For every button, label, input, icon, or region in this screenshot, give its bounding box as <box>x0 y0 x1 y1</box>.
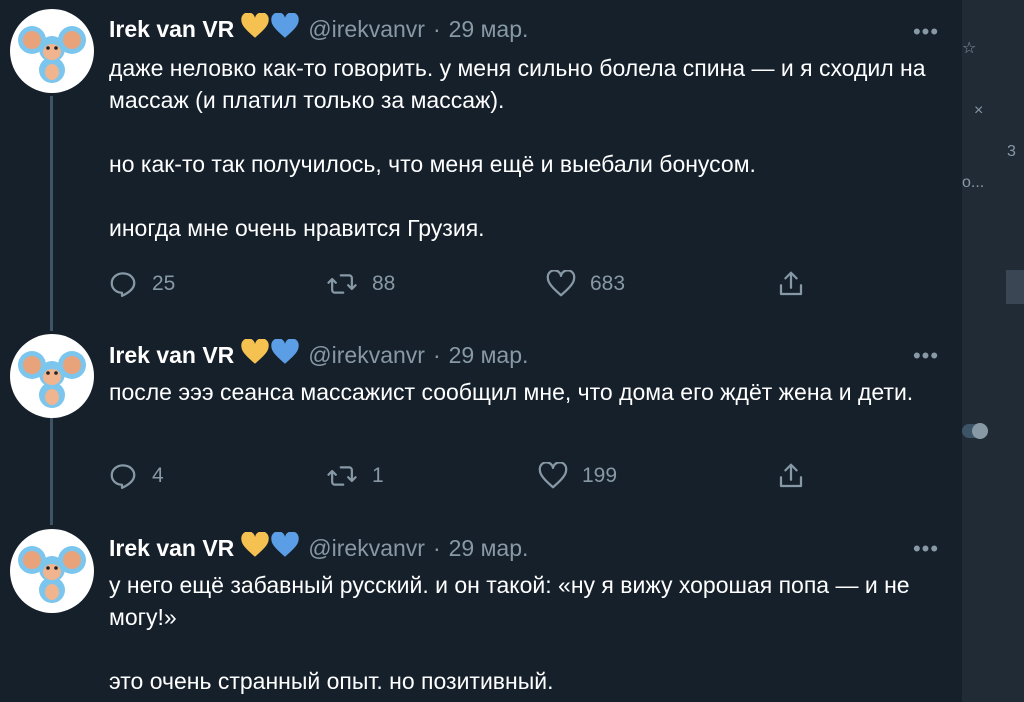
author-handle[interactable]: @irekvanvr <box>308 16 425 43</box>
like-count: 199 <box>582 464 618 487</box>
avatar[interactable] <box>10 334 94 418</box>
blue-heart-icon <box>270 338 300 371</box>
tweet-paragraph: у него ещё забавный русский. и он такой:… <box>109 572 910 630</box>
reply-icon <box>110 464 136 489</box>
tweet-date[interactable]: 29 мар. <box>449 16 529 43</box>
reply-button[interactable]: 4 <box>108 458 164 494</box>
tweet-header: Irek van VR @irekvanvr · 29 мар. <box>109 12 529 45</box>
separator: · <box>432 534 441 561</box>
avatar[interactable] <box>10 9 94 93</box>
retweet-icon <box>327 274 357 294</box>
tweet-paragraph: это очень странный опыт. но позитивный. <box>109 668 554 694</box>
tweet-actions: 4 1 199 <box>108 458 828 494</box>
author-handle[interactable]: @irekvanvr <box>308 342 425 369</box>
sidebar-text-fragment: 3 <box>1007 143 1016 160</box>
more-options-icon[interactable]: ••• <box>910 343 942 368</box>
tweet-text: после эээ сеанса массажист сообщил мне, … <box>109 376 944 408</box>
like-button[interactable]: 199 <box>538 458 617 494</box>
reply-count: 4 <box>152 464 164 487</box>
author-handle[interactable]: @irekvanvr <box>308 535 425 562</box>
tweet-text: даже неловко как-то говорить. у меня сил… <box>109 52 944 244</box>
blue-heart-icon <box>270 531 300 564</box>
yellow-heart-icon <box>240 338 270 371</box>
tweet-paragraph: иногда мне очень нравится Грузия. <box>109 215 485 241</box>
avatar[interactable] <box>10 529 94 613</box>
cheburashka-avatar-icon <box>18 351 86 408</box>
blue-heart-icon <box>270 12 300 45</box>
like-icon <box>538 462 568 489</box>
author-name[interactable]: Irek van VR <box>109 342 234 369</box>
tweet-paragraph: после эээ сеанса массажист сообщил мне, … <box>109 379 914 405</box>
author-name[interactable]: Irek van VR <box>109 16 234 43</box>
reply-button[interactable]: 25 <box>108 266 175 302</box>
sidebar-text-fragment: o... <box>962 174 985 191</box>
cheburashka-avatar-icon <box>18 546 86 603</box>
tweet[interactable]: Irek van VR @irekvanvr · 29 мар. ••• даж… <box>0 0 962 330</box>
cheburashka-avatar-icon <box>18 26 86 83</box>
reply-count: 25 <box>152 272 176 295</box>
retweet-button[interactable]: 88 <box>326 266 395 302</box>
toggle-switch[interactable] <box>962 423 988 439</box>
more-options-icon[interactable]: ••• <box>910 536 942 561</box>
yellow-heart-icon <box>240 12 270 45</box>
more-options-icon[interactable]: ••• <box>910 19 942 44</box>
timeline: Irek van VR @irekvanvr · 29 мар. ••• даж… <box>0 0 962 702</box>
sidebar-image-thumb <box>1006 270 1024 304</box>
tweet-paragraph: даже неловко как-то говорить. у меня сил… <box>109 55 926 113</box>
share-icon <box>779 271 803 296</box>
retweet-count: 1 <box>372 464 384 487</box>
separator: · <box>432 341 441 368</box>
close-icon[interactable]: × <box>974 102 983 120</box>
tweet-text: у него ещё забавный русский. и он такой:… <box>109 569 944 697</box>
tweet-date[interactable]: 29 мар. <box>449 535 529 562</box>
tweet-date[interactable]: 29 мар. <box>449 342 529 369</box>
tweet[interactable]: Irek van VR @irekvanvr · 29 мар. ••• пос… <box>0 330 962 525</box>
right-sidebar: ☆ × 3 o... <box>962 0 1024 702</box>
retweet-count: 88 <box>372 272 396 295</box>
tweet-paragraph: но как-то так получилось, что меня ещё и… <box>109 151 756 177</box>
separator: · <box>432 15 441 42</box>
share-button[interactable] <box>776 458 806 494</box>
retweet-button[interactable]: 1 <box>326 458 384 494</box>
tweet-actions: 25 88 683 <box>108 266 828 302</box>
like-icon <box>546 270 576 297</box>
sidebar-icon-fragment: ☆ <box>962 40 977 57</box>
like-count: 683 <box>590 272 626 295</box>
share-icon <box>779 463 803 488</box>
reply-icon <box>110 272 136 297</box>
tweet[interactable]: Irek van VR @irekvanvr · 29 мар. ••• у н… <box>0 525 962 702</box>
yellow-heart-icon <box>240 531 270 564</box>
retweet-icon <box>327 466 357 486</box>
share-button[interactable] <box>776 266 806 302</box>
like-button[interactable]: 683 <box>546 266 625 302</box>
tweet-header: Irek van VR @irekvanvr · 29 мар. <box>109 531 529 564</box>
tweet-header: Irek van VR @irekvanvr · 29 мар. <box>109 338 529 371</box>
author-name[interactable]: Irek van VR <box>109 535 234 562</box>
